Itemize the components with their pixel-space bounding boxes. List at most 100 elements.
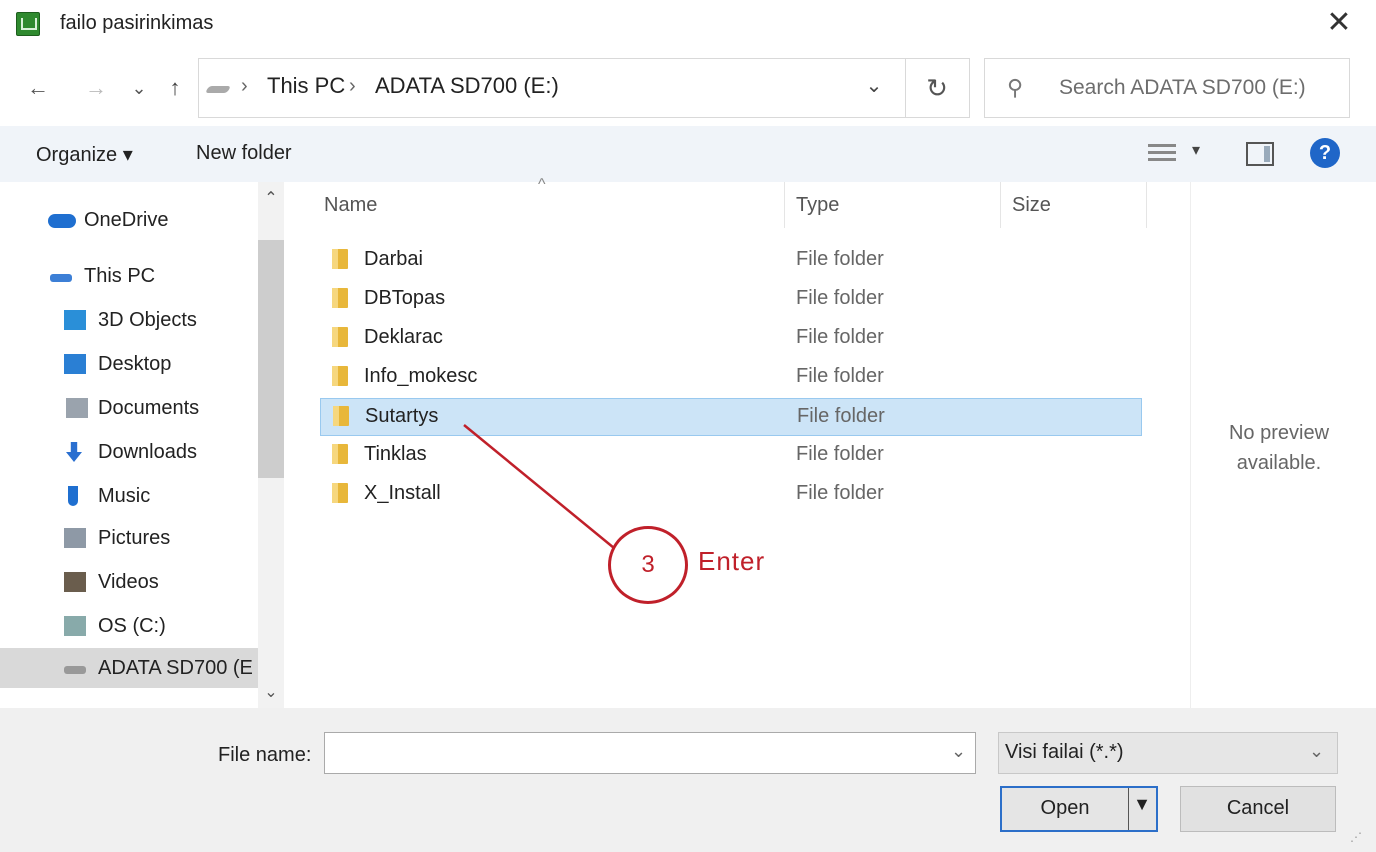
sidebar-item-pictures[interactable]: Pictures xyxy=(0,518,258,558)
sidebar-item-onedrive[interactable]: OneDrive xyxy=(0,200,258,240)
app-icon xyxy=(16,12,40,36)
cloud-icon xyxy=(48,214,76,228)
column-header-name[interactable]: Name xyxy=(324,194,377,217)
column-header-size[interactable]: Size xyxy=(1012,194,1051,217)
help-button[interactable]: ? xyxy=(1310,138,1340,168)
command-bar: Organize ▾ New folder ▾ ? xyxy=(0,126,1376,182)
no-preview-message: No preview available. xyxy=(1191,418,1367,478)
resize-grip-icon[interactable]: ⋰ xyxy=(1350,830,1362,844)
sidebar-item-label: This PC xyxy=(84,265,156,287)
view-options-icon[interactable] xyxy=(1148,142,1176,164)
sidebar-item-this-pc[interactable]: This PC xyxy=(0,256,258,296)
title-bar: failo pasirinkimas ✕ xyxy=(0,0,1376,50)
file-name-dropdown-button[interactable]: ⌄ xyxy=(951,741,966,762)
navigation-pane: OneDrive This PC 3D Objects Desktop Document… xyxy=(0,182,290,708)
sidebar-item-os-c[interactable]: OS (C:) xyxy=(0,606,258,646)
sidebar-item-label: OS (C:) xyxy=(98,615,166,637)
file-row-deklarac[interactable]: Deklarac File folder xyxy=(320,320,1140,356)
open-dropdown-button[interactable]: ▼ xyxy=(1130,794,1154,815)
sidebar-item-videos[interactable]: Videos xyxy=(0,562,258,602)
column-divider[interactable] xyxy=(1146,182,1147,228)
file-type: File folder xyxy=(796,443,884,465)
file-row-tinklas[interactable]: Tinklas File folder xyxy=(320,437,1140,473)
file-name: Tinklas xyxy=(364,443,427,465)
file-name: Info_mokesc xyxy=(364,365,478,387)
drive-icon xyxy=(204,86,232,93)
search-icon: ⚲ xyxy=(1007,75,1024,100)
sidebar-item-documents[interactable]: Documents xyxy=(0,388,258,428)
cancel-button[interactable]: Cancel xyxy=(1180,786,1336,832)
document-icon xyxy=(66,398,88,418)
file-name-input[interactable]: ⌄ xyxy=(324,732,976,774)
sidebar-item-downloads[interactable]: Downloads xyxy=(0,432,258,472)
annotation-step-number: 3 xyxy=(641,551,655,578)
sidebar-item-music[interactable]: Music xyxy=(0,476,258,516)
pictures-icon xyxy=(64,528,86,548)
videos-icon xyxy=(64,572,86,592)
sidebar-item-desktop[interactable]: Desktop xyxy=(0,344,258,384)
sidebar-item-label: Downloads xyxy=(98,441,197,463)
no-preview-line-1: No preview xyxy=(1228,422,1330,444)
back-button[interactable]: ← xyxy=(20,68,56,108)
close-button[interactable]: ✕ xyxy=(1316,2,1362,44)
preview-pane-button[interactable] xyxy=(1246,142,1274,166)
breadcrumb-separator: › xyxy=(241,75,248,97)
up-button[interactable]: ↑ xyxy=(158,68,192,108)
open-button-label: Open xyxy=(1040,797,1090,819)
folder-icon xyxy=(332,249,348,269)
drive-e-icon xyxy=(64,666,86,674)
drive-c-icon xyxy=(64,616,86,636)
cube-icon xyxy=(64,310,86,330)
folder-icon xyxy=(332,288,348,308)
file-type: File folder xyxy=(796,326,884,348)
sidebar-item-label: Desktop xyxy=(98,353,172,375)
dialog-footer: File name: ⌄ Visi failai (*.*) ⌄ Open ▼ … xyxy=(0,708,1376,852)
column-header-type[interactable]: Type xyxy=(796,194,839,217)
file-row-dbtopas[interactable]: DBTopas File folder xyxy=(320,281,1140,317)
music-icon xyxy=(68,486,78,506)
refresh-button[interactable]: ↻ xyxy=(909,69,965,107)
chevron-down-icon: ⌄ xyxy=(1309,741,1325,761)
open-button-divider xyxy=(1128,788,1129,830)
scroll-thumb[interactable] xyxy=(258,240,284,478)
file-row-info-mokesc[interactable]: Info_mokesc File folder xyxy=(320,359,1140,395)
folder-icon xyxy=(332,327,348,347)
window-title: failo pasirinkimas xyxy=(60,12,214,34)
sidebar-item-label: Pictures xyxy=(98,527,171,549)
scroll-up-button[interactable]: ⌃ xyxy=(258,188,284,208)
view-dropdown-button[interactable]: ▾ xyxy=(1192,140,1200,160)
sort-indicator-icon: ^ xyxy=(538,176,546,193)
file-row-sutartys[interactable]: Sutartys File folder xyxy=(320,398,1142,436)
file-type: File folder xyxy=(796,365,884,387)
forward-button[interactable]: → xyxy=(78,68,114,108)
file-list: ^ Name Type Size Darbai File folder DBTopa… xyxy=(290,176,1190,708)
annotation-step-circle: 3 xyxy=(608,526,688,604)
breadcrumb-this-pc[interactable]: This PC xyxy=(267,73,345,99)
column-divider[interactable] xyxy=(1000,182,1001,228)
file-type: File folder xyxy=(797,405,885,427)
search-input[interactable]: ⚲ Search ADATA SD700 (E:) xyxy=(984,58,1350,118)
recent-locations-button[interactable]: ⌄ xyxy=(124,68,154,108)
download-icon xyxy=(66,442,82,462)
folder-icon xyxy=(332,366,348,386)
file-row-x-install[interactable]: X_Install File folder xyxy=(320,476,1140,512)
address-bar[interactable]: › This PC › ADATA SD700 (E:) ⌄ ↻ xyxy=(198,58,970,118)
file-name: DBTopas xyxy=(364,287,446,309)
open-button[interactable]: Open ▼ xyxy=(1000,786,1158,832)
folder-icon xyxy=(333,406,349,426)
address-dropdown-button[interactable]: ⌄ xyxy=(859,73,889,98)
desktop-icon xyxy=(64,354,86,374)
scroll-down-button[interactable]: ⌄ xyxy=(258,682,284,702)
file-name: Darbai xyxy=(364,248,423,270)
sidebar-item-label: Videos xyxy=(98,571,159,593)
breadcrumb-adata[interactable]: ADATA SD700 (E:) xyxy=(375,73,559,99)
preview-pane: No preview available. xyxy=(1190,182,1376,708)
organize-button[interactable]: Organize ▾ xyxy=(36,142,133,167)
sidebar-item-adata-sd700-e[interactable]: ADATA SD700 (E xyxy=(0,648,258,688)
column-divider[interactable] xyxy=(784,182,785,228)
file-row-darbai[interactable]: Darbai File folder xyxy=(320,242,1140,278)
sidebar-item-3d-objects[interactable]: 3D Objects xyxy=(0,300,258,340)
file-type-select[interactable]: Visi failai (*.*) ⌄ xyxy=(998,732,1338,774)
new-folder-button[interactable]: New folder xyxy=(196,142,292,165)
file-name-label: File name: xyxy=(218,744,312,766)
